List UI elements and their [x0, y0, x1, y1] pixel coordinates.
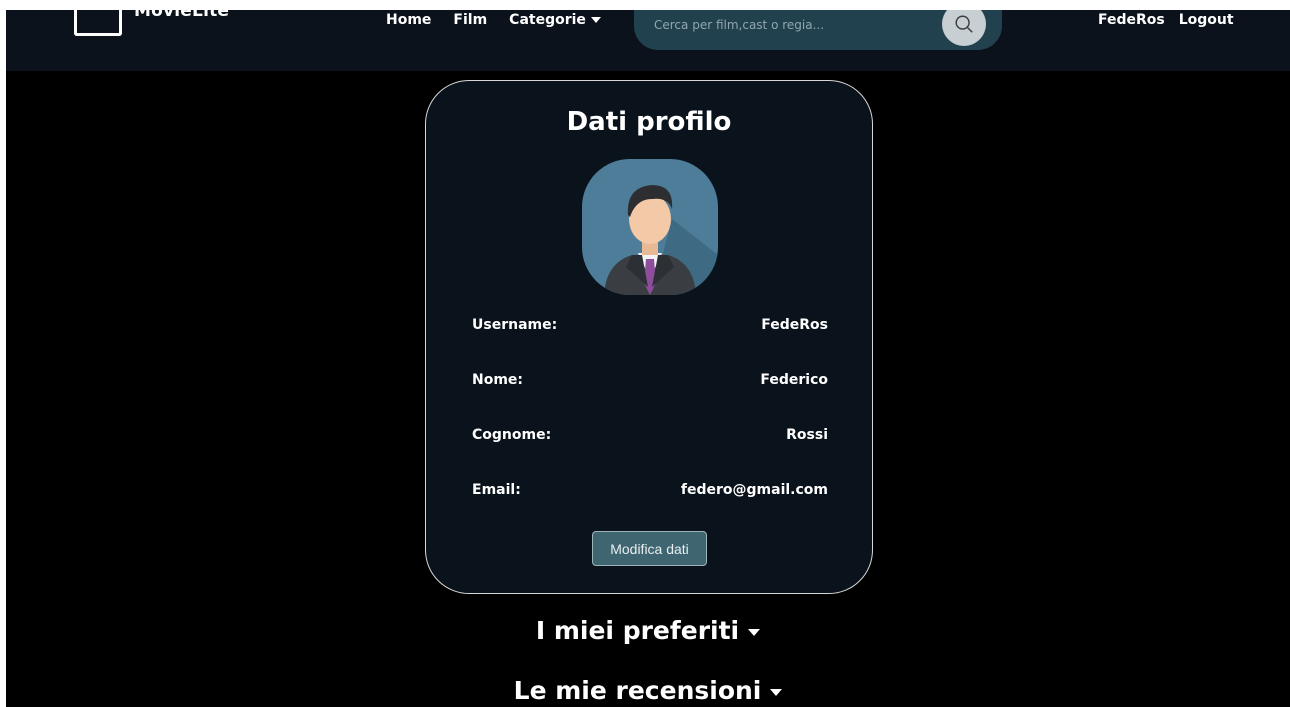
profile-fields: Username: FedeRos Nome: Federico Cognome…: [472, 317, 828, 537]
nav-film-label: Film: [453, 12, 488, 28]
reviews-section-toggle[interactable]: Le mie recensioni: [6, 676, 1290, 705]
edit-profile-button[interactable]: Modifica dati: [592, 531, 707, 566]
app-frame: MovieLite Home Film Categorie FedeRos Lo…: [6, 10, 1290, 707]
profile-card: Dati profilo Username: FedeRos Nome: Fed…: [425, 80, 873, 594]
field-label: Nome:: [472, 372, 524, 388]
nav-categorie-dropdown[interactable]: Categorie: [509, 12, 601, 28]
field-row-username: Username: FedeRos: [472, 317, 828, 372]
navbar: MovieLite Home Film Categorie FedeRos Lo…: [6, 10, 1290, 71]
field-value: Rossi: [786, 427, 828, 443]
user-area: FedeRos Logout: [1098, 12, 1234, 28]
logo-text: MovieLite: [134, 10, 230, 21]
field-value: FedeRos: [761, 317, 828, 333]
search-input[interactable]: [654, 14, 934, 36]
caret-down-icon: [748, 628, 761, 636]
search-bar: [634, 10, 1002, 50]
field-label: Cognome:: [472, 427, 552, 443]
nav-home[interactable]: Home: [386, 12, 431, 28]
nav-categorie-label: Categorie: [509, 12, 586, 28]
profile-title: Dati profilo: [566, 107, 732, 137]
reviews-title: Le mie recensioni: [513, 676, 762, 705]
search-button[interactable]: [942, 10, 986, 46]
search-icon: [955, 15, 973, 33]
caret-down-icon: [770, 688, 783, 696]
field-label: Username:: [472, 317, 558, 333]
field-value: Federico: [760, 372, 828, 388]
caret-down-icon: [590, 17, 601, 23]
favorites-section-toggle[interactable]: I miei preferiti: [6, 616, 1290, 645]
field-row-email: Email: federo@gmail.com: [472, 482, 828, 537]
username-link[interactable]: FedeRos: [1098, 12, 1165, 28]
logout-link[interactable]: Logout: [1179, 12, 1234, 28]
nav-links: Home Film Categorie: [386, 12, 623, 28]
field-row-nome: Nome: Federico: [472, 372, 828, 427]
favorites-title: I miei preferiti: [535, 616, 740, 645]
logo-icon: [74, 10, 122, 36]
nav-film[interactable]: Film: [453, 12, 487, 28]
field-label: Email:: [472, 482, 521, 498]
field-row-cognome: Cognome: Rossi: [472, 427, 828, 482]
field-value: federo@gmail.com: [680, 482, 828, 498]
avatar: [582, 159, 718, 295]
logo[interactable]: MovieLite: [74, 10, 229, 36]
nav-home-label: Home: [386, 12, 432, 28]
